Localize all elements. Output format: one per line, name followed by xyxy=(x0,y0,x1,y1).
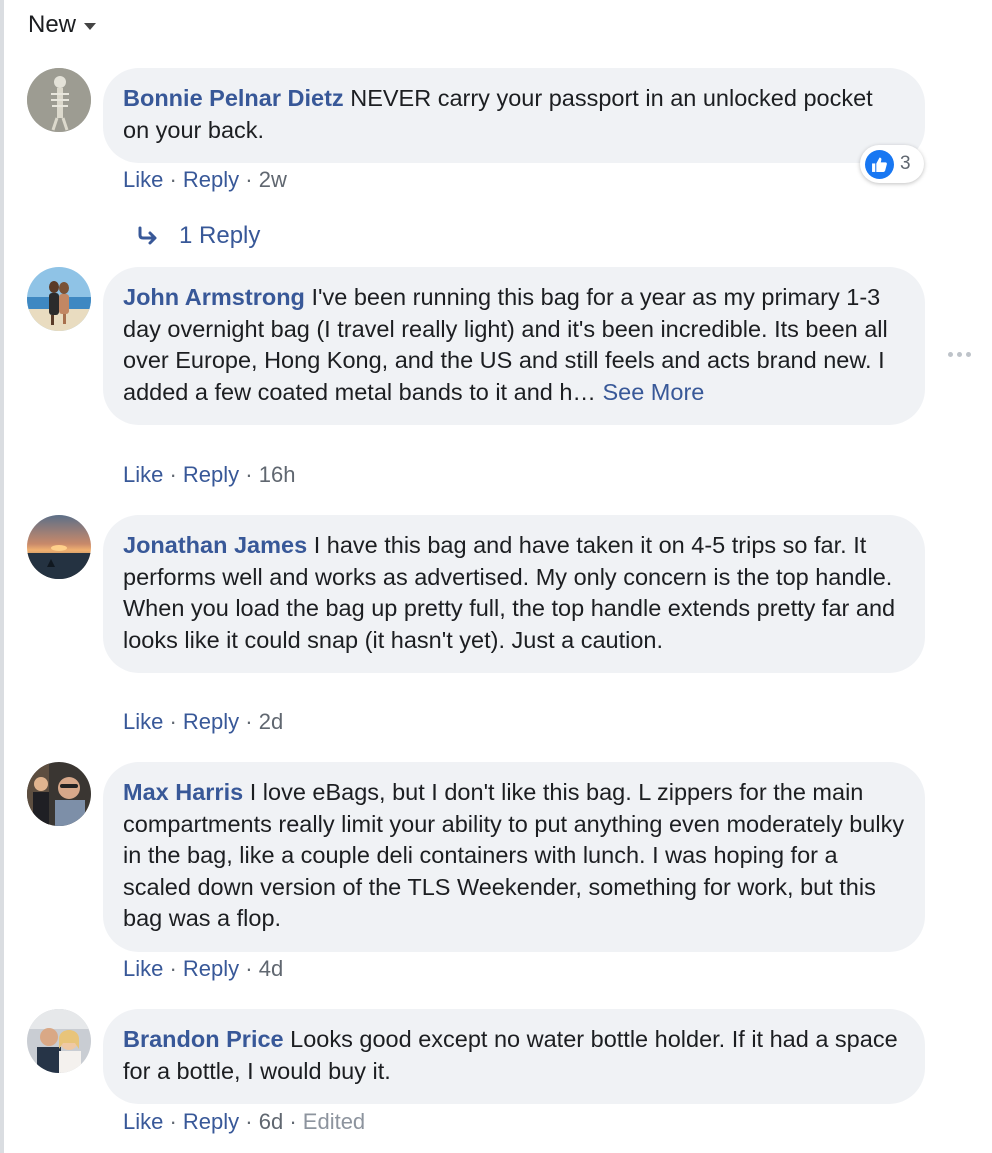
sort-label: New xyxy=(28,11,77,38)
comment-author[interactable]: Brandon Price xyxy=(123,1026,284,1052)
avatar[interactable] xyxy=(27,515,91,579)
like-button[interactable]: Like xyxy=(123,956,163,982)
timestamp[interactable]: 6d xyxy=(259,1109,283,1135)
like-button[interactable]: Like xyxy=(123,709,163,735)
avatar-image xyxy=(27,267,91,331)
comment-actions: Like · Reply · 16h xyxy=(123,462,295,488)
timestamp[interactable]: 4d xyxy=(259,956,283,982)
avatar[interactable] xyxy=(27,762,91,826)
edited-label[interactable]: Edited xyxy=(303,1109,365,1135)
reply-button[interactable]: Reply xyxy=(183,167,239,193)
reply-button[interactable]: Reply xyxy=(183,462,239,488)
comment-author[interactable]: John Armstrong xyxy=(123,284,305,310)
comment-bubble: Brandon Price Looks good except no water… xyxy=(103,1009,925,1104)
like-button[interactable]: Like xyxy=(123,1109,163,1135)
reaction-count[interactable]: 3 xyxy=(860,145,924,183)
separator: · xyxy=(239,709,259,734)
separator: · xyxy=(163,956,183,981)
comment-bubble: Jonathan James I have this bag and have … xyxy=(103,515,925,673)
separator: · xyxy=(163,167,183,192)
separator: · xyxy=(239,167,259,192)
avatar-image xyxy=(27,515,91,579)
comment-actions: Like · Reply · 4d xyxy=(123,956,283,982)
reply-button[interactable]: Reply xyxy=(183,1109,239,1135)
separator: · xyxy=(239,1109,259,1134)
see-more-link[interactable]: See More xyxy=(602,379,704,405)
like-icon xyxy=(865,149,894,179)
comment-bubble: Max Harris I love eBags, but I don't lik… xyxy=(103,762,925,952)
replies-label: 1 Reply xyxy=(179,222,261,249)
avatar[interactable] xyxy=(27,68,91,132)
avatar[interactable] xyxy=(27,1009,91,1073)
comment-actions: Like · Reply · 6d · Edited xyxy=(123,1109,365,1135)
comment-bubble: John Armstrong I've been running this ba… xyxy=(103,267,925,425)
comment-actions: Like · Reply · 2d xyxy=(123,709,283,735)
view-replies-link[interactable]: 1 Reply xyxy=(137,222,260,250)
avatar-image xyxy=(27,762,91,826)
comment-author[interactable]: Bonnie Pelnar Dietz xyxy=(123,85,344,111)
separator: · xyxy=(163,462,183,487)
comment-bubble: Bonnie Pelnar Dietz NEVER carry your pas… xyxy=(103,68,925,163)
timestamp[interactable]: 16h xyxy=(259,462,296,488)
like-button[interactable]: Like xyxy=(123,462,163,488)
left-border xyxy=(0,0,4,1153)
separator: · xyxy=(283,1109,303,1134)
avatar[interactable] xyxy=(27,267,91,331)
sort-dropdown[interactable]: New xyxy=(28,11,97,39)
reply-button[interactable]: Reply xyxy=(183,709,239,735)
timestamp[interactable]: 2d xyxy=(259,709,283,735)
reaction-count-value: 3 xyxy=(900,153,911,174)
separator: · xyxy=(163,709,183,734)
separator: · xyxy=(239,462,259,487)
reply-arrow-icon xyxy=(138,226,157,245)
reply-button[interactable]: Reply xyxy=(183,956,239,982)
avatar-image xyxy=(27,68,91,132)
caret-down-icon xyxy=(84,22,97,30)
separator: · xyxy=(163,1109,183,1134)
like-button[interactable]: Like xyxy=(123,167,163,193)
comment-author[interactable]: Max Harris xyxy=(123,779,243,805)
separator: · xyxy=(239,956,259,981)
more-options-icon[interactable] xyxy=(948,352,971,357)
avatar-image xyxy=(27,1009,91,1073)
comment-author[interactable]: Jonathan James xyxy=(123,532,307,558)
timestamp[interactable]: 2w xyxy=(259,167,287,193)
comment-actions: Like · Reply · 2w xyxy=(123,167,287,193)
